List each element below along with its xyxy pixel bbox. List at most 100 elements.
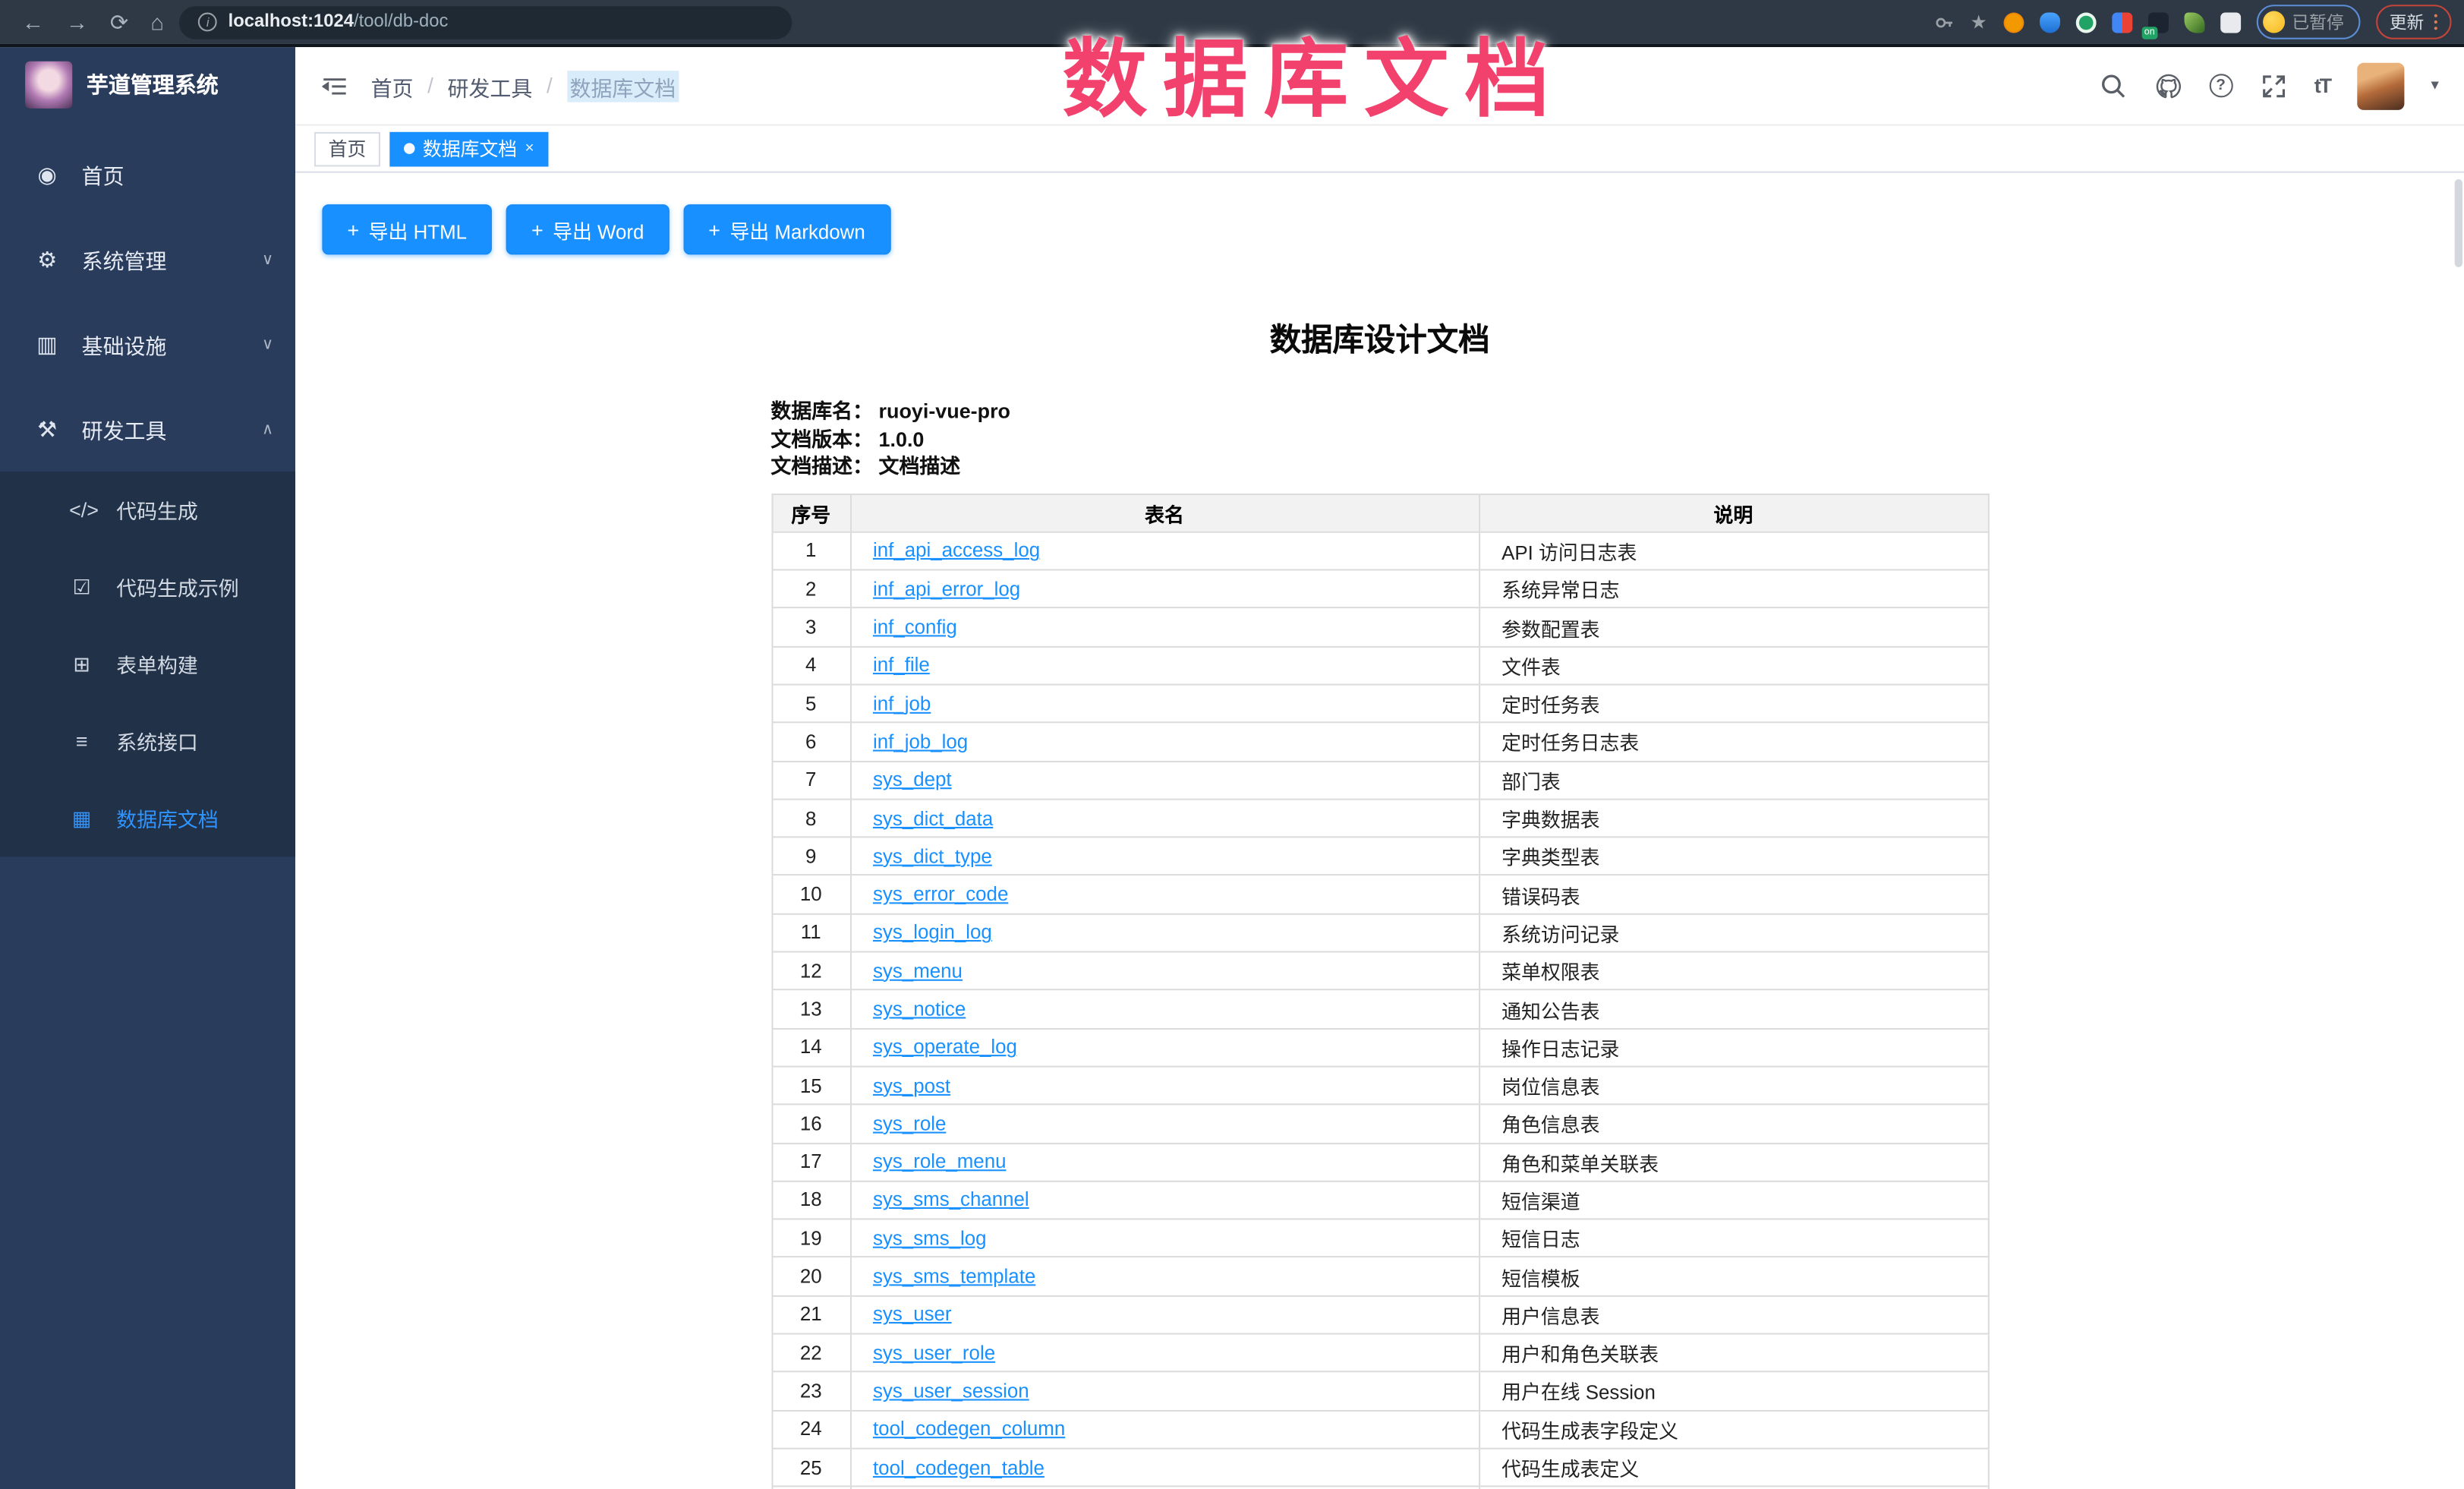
extensions-puzzle-icon[interactable] <box>2220 12 2240 33</box>
row-index: 19 <box>771 1219 850 1257</box>
table-name-link[interactable]: sys_operate_log <box>873 1036 1017 1058</box>
table-name-link[interactable]: tool_codegen_column <box>873 1418 1065 1440</box>
tables-index: 序号 表名 说明 1 inf_api_access_log <box>770 493 1988 1489</box>
table-name-link[interactable]: sys_login_log <box>873 922 992 944</box>
sidebar-item-form-builder[interactable]: ⊞ 表单构建 <box>0 626 295 702</box>
chevron-down-icon: ∨ <box>262 251 273 268</box>
table-name-link[interactable]: inf_job <box>873 692 931 715</box>
sidebar-item-infra[interactable]: ▥ 基础设施 ∨ <box>0 301 295 386</box>
meta-value: 文档描述 <box>879 454 961 478</box>
browser-home-button[interactable]: ⌂ <box>150 11 164 33</box>
table-name-link[interactable]: sys_sms_channel <box>873 1189 1029 1211</box>
sidebar-item-codegen[interactable]: </> 代码生成 <box>0 472 295 548</box>
extension-icon-4[interactable] <box>2111 12 2132 33</box>
table-name-link[interactable]: inf_api_access_log <box>873 540 1040 562</box>
sidebar-item-codegen-demo[interactable]: ☑ 代码生成示例 <box>0 548 295 625</box>
table-name-link[interactable]: sys_dict_type <box>873 845 992 867</box>
browser-reload-button[interactable]: ⟳ <box>110 11 128 33</box>
table-name-link[interactable]: sys_sms_template <box>873 1266 1035 1288</box>
table-name-link[interactable]: sys_menu <box>873 960 963 982</box>
table-name-link[interactable]: sys_notice <box>873 998 966 1021</box>
tag-db-doc[interactable]: 数据库文档 × <box>389 131 548 166</box>
breadcrumb-current: 数据库文档 <box>566 70 679 101</box>
row-description: 错误码表 <box>1479 875 1988 913</box>
table-name-link[interactable]: inf_config <box>873 617 957 639</box>
tags-view: 首页 数据库文档 × <box>295 126 2464 173</box>
extension-icon-6[interactable] <box>2184 12 2204 33</box>
export-word-button[interactable]: + 导出 Word <box>506 204 670 254</box>
close-icon[interactable]: × <box>525 140 534 157</box>
meta-label: 文档版本： <box>770 427 873 450</box>
table-name-link[interactable]: sys_user <box>873 1304 952 1326</box>
table-name-link[interactable]: inf_job_log <box>873 730 968 752</box>
table-name-link[interactable]: sys_error_code <box>873 884 1008 906</box>
sidebar-item-label: 研发工具 <box>82 413 167 444</box>
search-icon[interactable] <box>2099 71 2127 99</box>
sidebar-item-label: 代码生成 <box>116 495 198 525</box>
avatar[interactable] <box>2357 62 2404 109</box>
extension-icon-3[interactable] <box>2075 12 2096 33</box>
table-name-link[interactable]: sys_user_role <box>873 1342 995 1364</box>
screen: 数据库文档 ← → ⟳ ⌂ i localhost:1024/tool/db-d… <box>0 0 2464 1489</box>
row-description: 代码生成表字段定义 <box>1479 1410 1988 1448</box>
tag-home[interactable]: 首页 <box>314 131 380 166</box>
table-name-link[interactable]: sys_post <box>873 1074 950 1096</box>
dashboard-icon: ◉ <box>35 161 60 188</box>
row-description: 岗位信息表 <box>1479 1067 1988 1105</box>
sidebar-collapse-icon[interactable] <box>311 62 358 109</box>
browser-menu-icon[interactable] <box>2434 14 2437 30</box>
sidebar-item-home[interactable]: ◉ 首页 <box>0 132 295 217</box>
sidebar-logo[interactable]: 芋道管理系统 <box>0 47 295 122</box>
sidebar-item-api[interactable]: ≡ 系统接口 <box>0 702 295 779</box>
meta-line: 文档版本： 1.0.0 <box>770 425 1988 453</box>
github-icon[interactable] <box>2154 71 2182 99</box>
row-index: 12 <box>771 952 850 990</box>
extension-icon-1[interactable] <box>2002 12 2023 33</box>
chevron-down-icon[interactable]: ▾ <box>2431 77 2439 94</box>
table-name-link[interactable]: sys_role_menu <box>873 1151 1006 1173</box>
sidebar-item-system[interactable]: ⚙ 系统管理 ∨ <box>0 217 295 302</box>
profile-paused-chip[interactable]: 已暂停 <box>2256 5 2360 39</box>
row-index: 22 <box>771 1334 850 1372</box>
export-html-button[interactable]: + 导出 HTML <box>322 204 492 254</box>
sidebar-item-devtools[interactable]: ⚒ 研发工具 ∧ <box>0 386 295 472</box>
table-name-link[interactable]: sys_dict_data <box>873 807 993 829</box>
table-row: 21 sys_user 用户信息表 <box>771 1295 1987 1333</box>
table-row: 13 sys_notice 通知公告表 <box>771 990 1987 1028</box>
table-name-link[interactable]: sys_role <box>873 1112 946 1134</box>
col-header-index: 序号 <box>771 494 850 532</box>
on-badge: on <box>2141 26 2158 39</box>
breadcrumb-home[interactable]: 首页 <box>371 70 414 101</box>
navbar: 首页 / 研发工具 / 数据库文档 ? <box>295 47 2464 126</box>
extension-icon-5[interactable]: on <box>2147 12 2168 33</box>
table-name-link[interactable]: inf_api_error_log <box>873 578 1020 600</box>
help-icon[interactable]: ? <box>2209 74 2232 97</box>
site-info-icon[interactable]: i <box>198 13 217 32</box>
gear-icon: ⚙ <box>35 246 60 273</box>
browser-forward-button[interactable]: → <box>66 11 88 33</box>
browser-back-button[interactable]: ← <box>22 11 44 33</box>
row-description: 字典数据表 <box>1479 799 1988 837</box>
key-icon[interactable] <box>1934 12 1955 33</box>
row-description: 文件表 <box>1479 646 1988 684</box>
sidebar-item-db-doc[interactable]: ▦ 数据库文档 <box>0 780 295 856</box>
table-name-link[interactable]: sys_user_session <box>873 1380 1029 1402</box>
address-bar[interactable]: i localhost:1024/tool/db-doc <box>179 5 792 38</box>
table-name-link[interactable]: tool_codegen_table <box>873 1456 1045 1478</box>
browser-update-button[interactable]: 更新 <box>2375 5 2451 39</box>
table-name-link[interactable]: sys_sms_log <box>873 1227 987 1249</box>
row-description: 用户在线 Session <box>1479 1372 1988 1410</box>
database-document: 数据库设计文档 数据库名： ruoyi-vue-pro 文档版本： 1.0.0 <box>770 314 1988 1489</box>
row-index: 11 <box>771 913 850 951</box>
table-row: 9 sys_dict_type 字典类型表 <box>771 838 1987 875</box>
export-markdown-button[interactable]: + 导出 Markdown <box>683 204 890 254</box>
breadcrumb-section[interactable]: 研发工具 <box>448 70 533 101</box>
fullscreen-icon[interactable] <box>2259 71 2287 99</box>
table-name-link[interactable]: sys_dept <box>873 769 952 791</box>
font-size-icon[interactable]: tT <box>2314 74 2330 97</box>
table-row: 22 sys_user_role 用户和角色关联表 <box>771 1334 1987 1372</box>
scrollbar-thumb[interactable] <box>2455 179 2462 267</box>
table-name-link[interactable]: inf_file <box>873 655 930 677</box>
extension-icon-2[interactable] <box>2039 12 2059 33</box>
bookmark-star-icon[interactable]: ★ <box>1970 11 1987 33</box>
